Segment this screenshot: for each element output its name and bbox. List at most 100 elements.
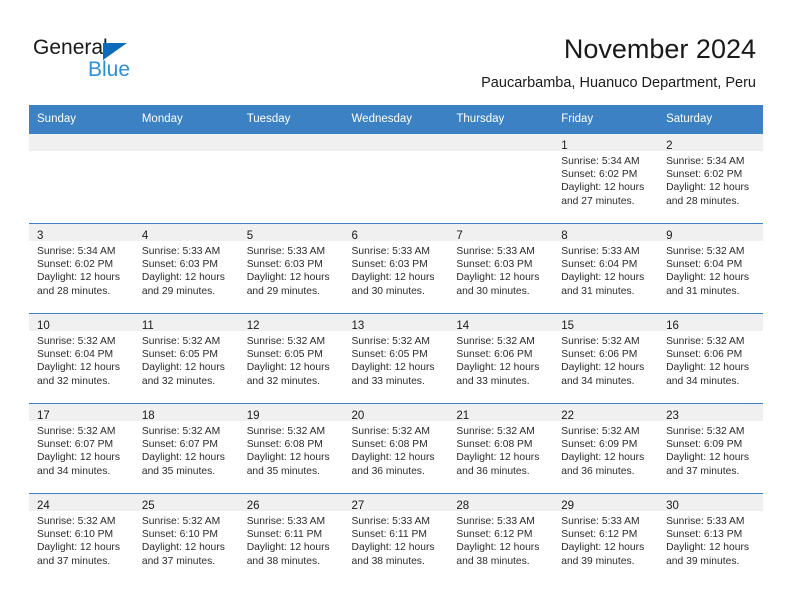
- day-number: 8: [561, 230, 568, 242]
- day-number: 2: [666, 140, 673, 152]
- daylight-text: Daylight: 12 hours and 29 minutes.: [246, 272, 330, 297]
- day-number: 13: [351, 320, 365, 332]
- daylight-text: Daylight: 12 hours and 34 minutes.: [561, 362, 645, 387]
- calendar-day-cell[interactable]: 30 Sunrise: 5:33 AM Sunset: 6:13 PM Dayligh…: [658, 493, 763, 583]
- brand-logo[interactable]: General Blue: [33, 36, 193, 86]
- daylight-text: Daylight: 12 hours and 31 minutes.: [561, 272, 645, 297]
- sunrise-text: Sunrise: 5:32 AM: [456, 336, 535, 347]
- day-details: Sunrise: 5:33 AM Sunset: 6:11 PM Daylight:…: [239, 511, 344, 568]
- calendar-day-cell[interactable]: 7 Sunrise: 5:33 AM Sunset: 6:03 PM Daylight…: [448, 223, 554, 314]
- calendar-day-cell[interactable]: 15 Sunrise: 5:32 AM Sunset: 6:06 PM Dayligh…: [553, 313, 659, 404]
- daylight-text: Daylight: 12 hours and 30 minutes.: [456, 272, 540, 297]
- calendar-day-cell[interactable]: 12 Sunrise: 5:32 AM Sunset: 6:05 PM Dayligh…: [238, 313, 344, 404]
- sunrise-text: Sunrise: 5:33 AM: [351, 516, 430, 527]
- calendar-day-cell[interactable]: 8 Sunrise: 5:33 AM Sunset: 6:04 PM Daylight…: [553, 223, 659, 314]
- day-number-band: 11: [133, 314, 239, 332]
- day-number: 15: [561, 320, 575, 332]
- title-block: November 2024 Paucarbamba, Huanuco Depar…: [481, 33, 756, 93]
- daylight-text: Daylight: 12 hours and 35 minutes.: [141, 452, 225, 477]
- sunrise-text: Sunrise: 5:33 AM: [456, 246, 535, 257]
- calendar-cell-empty: [133, 133, 239, 224]
- calendar-day-cell[interactable]: 21 Sunrise: 5:32 AM Sunset: 6:08 PM Dayligh…: [448, 403, 554, 494]
- sunrise-text: Sunrise: 5:32 AM: [246, 426, 326, 437]
- calendar-day-cell[interactable]: 11 Sunrise: 5:32 AM Sunset: 6:05 PM Dayligh…: [133, 313, 239, 404]
- calendar-day-cell[interactable]: 1 Sunrise: 5:34 AM Sunset: 6:02 PM Daylight…: [553, 133, 659, 224]
- calendar-day-cell[interactable]: 3 Sunrise: 5:34 AM Sunset: 6:02 PM Daylight…: [29, 223, 134, 314]
- calendar-table: Sunday Monday Tuesday Wednesday Thursday…: [29, 105, 763, 583]
- calendar-day-cell[interactable]: 14 Sunrise: 5:32 AM Sunset: 6:06 PM Dayligh…: [448, 313, 554, 404]
- day-number: 19: [246, 410, 260, 422]
- calendar-body: 1 Sunrise: 5:34 AM Sunset: 6:02 PM Daylight…: [29, 133, 763, 583]
- daylight-text: Daylight: 12 hours and 38 minutes.: [246, 542, 330, 567]
- day-number-band: 13: [343, 314, 449, 332]
- sunrise-text: Sunrise: 5:33 AM: [246, 246, 326, 257]
- day-number: 3: [37, 230, 44, 242]
- calendar-day-cell[interactable]: 23 Sunrise: 5:32 AM Sunset: 6:09 PM Dayligh…: [658, 403, 763, 494]
- daylight-text: Daylight: 12 hours and 37 minutes.: [141, 542, 225, 567]
- day-details: Sunrise: 5:32 AM Sunset: 6:10 PM Daylight:…: [29, 511, 134, 568]
- weekday-header-row: Sunday Monday Tuesday Wednesday Thursday…: [29, 105, 763, 134]
- calendar-day-cell[interactable]: 13 Sunrise: 5:32 AM Sunset: 6:05 PM Dayligh…: [343, 313, 449, 404]
- daylight-text: Daylight: 12 hours and 35 minutes.: [246, 452, 330, 477]
- calendar-day-cell[interactable]: 9 Sunrise: 5:32 AM Sunset: 6:04 PM Daylight…: [658, 223, 763, 314]
- daylight-text: Daylight: 12 hours and 27 minutes.: [561, 182, 645, 207]
- sunset-text: Sunset: 6:10 PM: [37, 529, 114, 541]
- calendar-day-cell[interactable]: 2 Sunrise: 5:34 AM Sunset: 6:02 PM Daylight…: [658, 133, 763, 224]
- day-number-band: [133, 134, 239, 151]
- daylight-text: Daylight: 12 hours and 29 minutes.: [141, 272, 225, 297]
- calendar-day-cell[interactable]: 27 Sunrise: 5:33 AM Sunset: 6:11 PM Dayligh…: [343, 493, 449, 583]
- sunset-text: Sunset: 6:07 PM: [141, 439, 218, 451]
- day-number: 29: [561, 500, 575, 512]
- sunrise-text: Sunrise: 5:32 AM: [246, 336, 326, 347]
- weekday-header-thursday: Thursday: [448, 105, 554, 134]
- calendar-cell-empty: [29, 133, 134, 224]
- day-details: Sunrise: 5:32 AM Sunset: 6:04 PM Daylight:…: [29, 331, 134, 388]
- sunrise-text: Sunrise: 5:33 AM: [351, 246, 430, 257]
- calendar-day-cell[interactable]: 25 Sunrise: 5:32 AM Sunset: 6:10 PM Dayligh…: [133, 493, 239, 583]
- calendar-day-cell[interactable]: 5 Sunrise: 5:33 AM Sunset: 6:03 PM Daylight…: [238, 223, 344, 314]
- calendar-day-cell[interactable]: 29 Sunrise: 5:33 AM Sunset: 6:12 PM Dayligh…: [553, 493, 659, 583]
- day-number-band: 27: [343, 494, 449, 512]
- calendar-week-row: 24 Sunrise: 5:32 AM Sunset: 6:10 PM Dayligh…: [29, 493, 763, 583]
- day-details: Sunrise: 5:33 AM Sunset: 6:03 PM Daylight:…: [134, 241, 239, 298]
- day-number-band: 18: [133, 404, 239, 422]
- sunset-text: Sunset: 6:10 PM: [141, 529, 218, 541]
- sunrise-text: Sunrise: 5:34 AM: [561, 156, 640, 167]
- sunrise-text: Sunrise: 5:34 AM: [666, 156, 745, 167]
- calendar-day-cell[interactable]: 24 Sunrise: 5:32 AM Sunset: 6:10 PM Dayligh…: [29, 493, 134, 583]
- calendar-day-cell[interactable]: 18 Sunrise: 5:32 AM Sunset: 6:07 PM Dayligh…: [133, 403, 239, 494]
- calendar-cell-empty: [238, 133, 344, 224]
- calendar-day-cell[interactable]: 6 Sunrise: 5:33 AM Sunset: 6:03 PM Daylight…: [343, 223, 449, 314]
- sunrise-text: Sunrise: 5:34 AM: [37, 246, 116, 257]
- calendar-day-cell[interactable]: 16 Sunrise: 5:32 AM Sunset: 6:06 PM Dayligh…: [658, 313, 763, 404]
- calendar-day-cell[interactable]: 4 Sunrise: 5:33 AM Sunset: 6:03 PM Daylight…: [133, 223, 239, 314]
- daylight-text: Daylight: 12 hours and 28 minutes.: [666, 182, 750, 207]
- daylight-text: Daylight: 12 hours and 36 minutes.: [351, 452, 435, 477]
- calendar-day-cell[interactable]: 17 Sunrise: 5:32 AM Sunset: 6:07 PM Dayligh…: [29, 403, 134, 494]
- sunrise-text: Sunrise: 5:32 AM: [561, 336, 640, 347]
- day-number-band: 16: [658, 314, 763, 332]
- day-number: 16: [666, 320, 679, 332]
- calendar-day-cell[interactable]: 26 Sunrise: 5:33 AM Sunset: 6:11 PM Dayligh…: [238, 493, 344, 583]
- day-number: 23: [666, 410, 679, 422]
- day-number-band: 8: [553, 224, 659, 242]
- day-details: Sunrise: 5:33 AM Sunset: 6:03 PM Daylight:…: [239, 241, 344, 298]
- sunrise-text: Sunrise: 5:33 AM: [456, 516, 535, 527]
- day-number: 6: [351, 230, 358, 242]
- day-details: Sunrise: 5:33 AM Sunset: 6:03 PM Daylight:…: [344, 241, 449, 298]
- calendar-day-cell[interactable]: 22 Sunrise: 5:32 AM Sunset: 6:09 PM Dayligh…: [553, 403, 659, 494]
- day-number-band: 3: [29, 224, 134, 242]
- weekday-header-sunday: Sunday: [29, 105, 134, 134]
- calendar-day-cell[interactable]: 19 Sunrise: 5:32 AM Sunset: 6:08 PM Dayligh…: [238, 403, 344, 494]
- day-number: 17: [37, 410, 50, 422]
- day-number-band: 12: [238, 314, 344, 332]
- calendar-day-cell[interactable]: 28 Sunrise: 5:33 AM Sunset: 6:12 PM Dayligh…: [448, 493, 554, 583]
- sunrise-text: Sunrise: 5:32 AM: [456, 426, 535, 437]
- day-number-band: 28: [448, 494, 554, 512]
- calendar-day-cell[interactable]: 20 Sunrise: 5:32 AM Sunset: 6:08 PM Dayligh…: [343, 403, 449, 494]
- day-number: 1: [561, 140, 568, 152]
- brand-name-general: General: [33, 36, 108, 59]
- day-details: Sunrise: 5:34 AM Sunset: 6:02 PM Daylight:…: [553, 151, 658, 208]
- calendar-day-cell[interactable]: 10 Sunrise: 5:32 AM Sunset: 6:04 PM Dayligh…: [29, 313, 134, 404]
- day-number-band: 23: [658, 404, 763, 422]
